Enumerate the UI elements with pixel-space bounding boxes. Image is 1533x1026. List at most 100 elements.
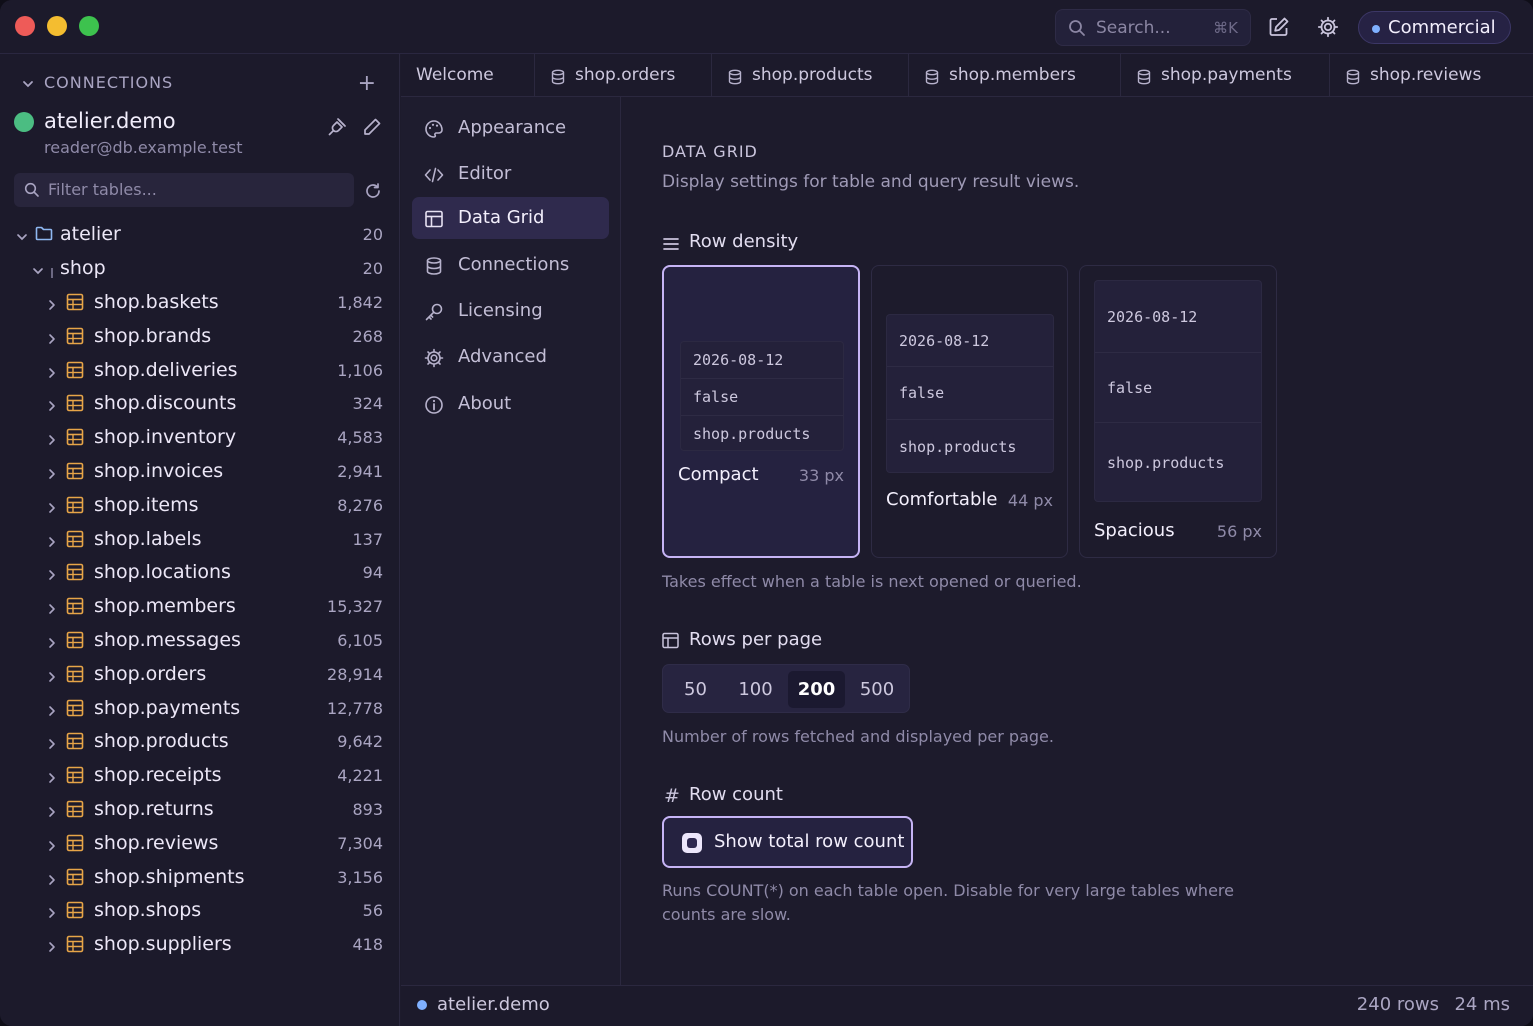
zoom-window-button[interactable] — [79, 16, 99, 36]
table-row-count: 3,156 — [337, 868, 383, 887]
chevron-right-icon[interactable] — [47, 465, 57, 484]
refresh-icon[interactable] — [364, 182, 382, 204]
tab-shop-reviews[interactable]: shop.reviews — [1330, 54, 1533, 97]
chevron-right-icon[interactable] — [47, 634, 57, 653]
chevron-right-icon[interactable] — [47, 499, 57, 518]
table-row[interactable]: shop.shops 56 — [0, 895, 400, 925]
connections-header[interactable]: CONNECTIONS + — [22, 71, 382, 96]
table-name: shop.receipts — [94, 764, 222, 786]
table-icon — [66, 901, 84, 923]
table-row[interactable]: shop.inventory 4,583 — [0, 422, 400, 452]
settings-nav-licensing[interactable]: Licensing — [412, 290, 609, 332]
table-row[interactable]: shop.items 8,276 — [0, 490, 400, 520]
database-icon — [551, 69, 565, 89]
table-row-count: 94 — [362, 563, 383, 582]
section-title: DATA GRID — [662, 142, 758, 161]
density-option-spacious[interactable]: 2026-08-12 false shop.products Spacious … — [1079, 265, 1277, 558]
table-row[interactable]: shop.invoices 2,941 — [0, 456, 400, 486]
settings-nav-connections[interactable]: Connections — [412, 244, 609, 286]
license-badge[interactable]: Commercial — [1358, 11, 1511, 44]
connection-status-dot — [14, 112, 34, 132]
settings-nav-about[interactable]: About — [412, 383, 609, 425]
table-row[interactable]: shop.locations 94 — [0, 557, 400, 587]
tab-welcome[interactable]: Welcome — [401, 54, 535, 97]
rows-option-500[interactable]: 500 — [849, 671, 905, 708]
compose-icon[interactable] — [1268, 16, 1290, 42]
minimize-window-button[interactable] — [47, 16, 67, 36]
tree-schema-row[interactable]: shop 20 — [0, 253, 400, 283]
table-row[interactable]: shop.deliveries 1,106 — [0, 355, 400, 385]
database-icon — [925, 69, 939, 89]
rows-option-50[interactable]: 50 — [669, 671, 722, 708]
pencil-icon[interactable] — [362, 117, 382, 141]
table-row[interactable]: shop.members 15,327 — [0, 591, 400, 621]
rows-option-200[interactable]: 200 — [788, 671, 845, 708]
settings-nav-data-grid[interactable]: Data Grid — [412, 197, 609, 239]
preview-cell-text: shop.products — [899, 438, 1017, 456]
chevron-right-icon[interactable] — [47, 566, 57, 585]
table-row[interactable]: shop.reviews 7,304 — [0, 828, 400, 858]
chevron-down-icon — [32, 262, 44, 281]
table-row[interactable]: shop.orders 28,914 — [0, 659, 400, 689]
chevron-right-icon[interactable] — [47, 769, 57, 788]
settings-nav: Appearance Editor Data Grid Connections … — [401, 97, 621, 985]
nav-label: About — [458, 393, 512, 414]
chevron-right-icon[interactable] — [47, 702, 57, 721]
table-row[interactable]: shop.discounts 324 — [0, 388, 400, 418]
table-row[interactable]: shop.payments 12,778 — [0, 693, 400, 723]
table-row[interactable]: shop.messages 6,105 — [0, 625, 400, 655]
chevron-right-icon[interactable] — [47, 296, 57, 315]
checkbox[interactable] — [682, 833, 702, 853]
settings-nav-appearance[interactable]: Appearance — [412, 107, 609, 149]
chevron-right-icon[interactable] — [47, 600, 57, 619]
density-option-comfortable[interactable]: 2026-08-12 false shop.products Comfortab… — [871, 265, 1068, 558]
settings-nav-advanced[interactable]: Advanced — [412, 336, 609, 378]
chevron-right-icon[interactable] — [47, 431, 57, 450]
table-name: shop.products — [94, 730, 229, 752]
table-row[interactable]: shop.receipts 4,221 — [0, 760, 400, 790]
table-row-count: 28,914 — [327, 665, 383, 684]
chevron-right-icon[interactable] — [47, 397, 57, 416]
settings-nav-editor[interactable]: Editor — [412, 153, 609, 195]
table-row[interactable]: shop.returns 893 — [0, 794, 400, 824]
tree-database-row[interactable]: atelier 20 — [0, 219, 400, 249]
table-row[interactable]: shop.suppliers 418 — [0, 929, 400, 959]
rows-option-100[interactable]: 100 — [727, 671, 784, 708]
gear-icon — [424, 348, 444, 372]
chevron-right-icon[interactable] — [47, 330, 57, 349]
preview-cell-date: 2026-08-12 — [1095, 281, 1261, 353]
table-row[interactable]: shop.baskets 1,842 — [0, 287, 400, 317]
tab-shop-orders[interactable]: shop.orders — [535, 54, 712, 97]
chevron-right-icon[interactable] — [47, 871, 57, 890]
chevron-right-icon[interactable] — [47, 904, 57, 923]
show-total-row-count-toggle[interactable]: Show total row count — [662, 816, 913, 868]
table-row-count: 4,583 — [337, 428, 383, 447]
chevron-right-icon[interactable] — [47, 938, 57, 957]
chevron-right-icon[interactable] — [47, 803, 57, 822]
table-row[interactable]: shop.shipments 3,156 — [0, 862, 400, 892]
chevron-right-icon[interactable] — [47, 735, 57, 754]
table-row-count: 1,106 — [337, 361, 383, 380]
tab-shop-products[interactable]: shop.products — [712, 54, 909, 97]
close-window-button[interactable] — [15, 16, 35, 36]
global-search[interactable]: Search... ⌘K — [1055, 9, 1251, 46]
table-row[interactable]: shop.labels 137 — [0, 524, 400, 554]
chevron-right-icon[interactable] — [47, 668, 57, 687]
tab-shop-members[interactable]: shop.members — [909, 54, 1121, 97]
table-row[interactable]: shop.products 9,642 — [0, 726, 400, 756]
add-connection-button[interactable]: + — [358, 71, 376, 96]
schema-count: 20 — [362, 259, 383, 278]
row-count-hint-line-2: counts are slow. — [662, 905, 791, 924]
density-option-compact[interactable]: 2026-08-12 false shop.products Compact 3… — [662, 265, 860, 558]
connection-name[interactable]: atelier.demo — [44, 109, 176, 133]
settings-gear-icon[interactable] — [1317, 16, 1339, 42]
chevron-right-icon[interactable] — [47, 364, 57, 383]
filter-tables-input[interactable]: Filter tables... — [14, 173, 354, 207]
tab-shop-payments[interactable]: shop.payments — [1121, 54, 1330, 97]
plug-icon[interactable] — [327, 117, 347, 141]
table-icon — [66, 327, 84, 349]
table-row[interactable]: shop.brands 268 — [0, 321, 400, 351]
chevron-right-icon[interactable] — [47, 837, 57, 856]
chevron-right-icon[interactable] — [47, 533, 57, 552]
menu-lines-icon — [663, 236, 679, 255]
